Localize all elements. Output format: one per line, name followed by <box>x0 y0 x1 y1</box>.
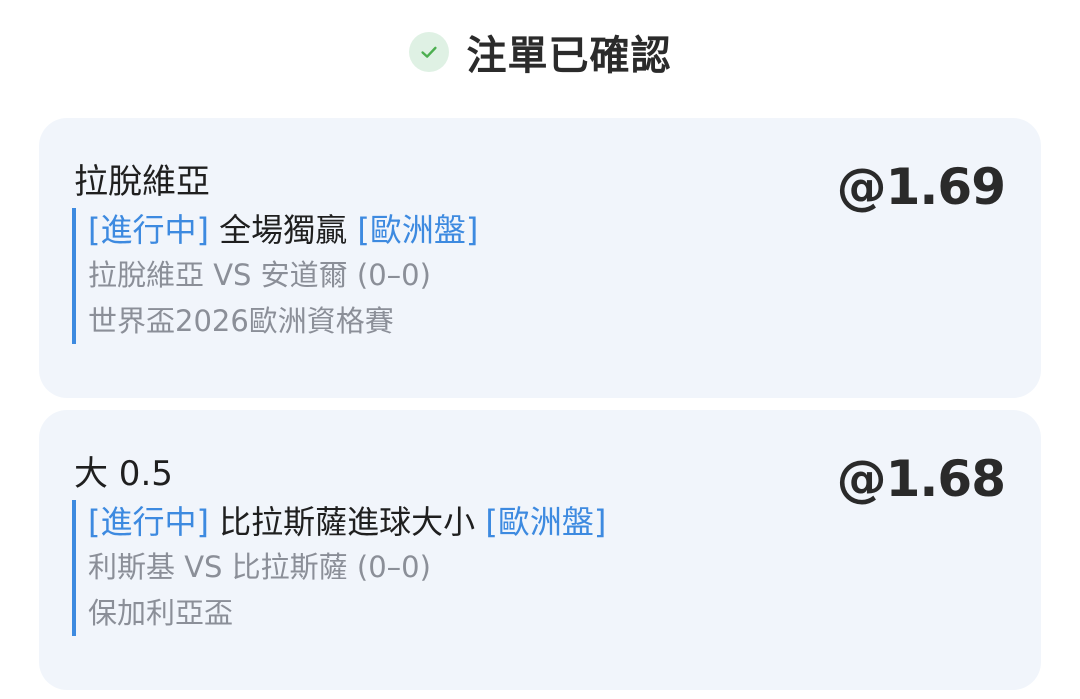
league-name: 保加利亞盃 <box>88 596 234 630</box>
bet-odds: @1.69 <box>836 158 1006 216</box>
market-name: 全場獨贏 <box>219 211 348 249</box>
handicap-type: [歐洲盤] <box>485 503 607 541</box>
bet-confirmation-sheet: 注單已確認 拉脫維亞 @1.69 [進行中] 全場獨贏 [歐洲盤] 拉脫維亞 V… <box>0 0 1080 699</box>
bet-selection: 拉脫維亞 <box>74 162 210 202</box>
status-badge: [進行中] <box>88 211 209 249</box>
market-line: [進行中] 全場獨贏 [歐洲盤] <box>88 208 478 252</box>
bet-odds: @1.68 <box>836 450 1006 508</box>
match-name: 拉脫維亞 VS 安道爾 (0–0) <box>88 258 431 292</box>
bet-details: [進行中] 全場獨贏 [歐洲盤] 拉脫維亞 VS 安道爾 (0–0) 世界盃20… <box>72 208 478 344</box>
bet-card: 拉脫維亞 @1.69 [進行中] 全場獨贏 [歐洲盤] 拉脫維亞 VS 安道爾 … <box>39 118 1041 398</box>
market-name: 比拉斯薩進球大小 <box>219 503 476 541</box>
check-circle-icon <box>408 32 449 72</box>
market-line: [進行中] 比拉斯薩進球大小 [歐洲盤] <box>88 500 606 544</box>
handicap-type: [歐洲盤] <box>357 211 479 249</box>
match-name: 利斯基 VS 比拉斯薩 (0–0) <box>88 550 431 584</box>
page-title: 注單已確認 <box>466 33 672 79</box>
bet-selection: 大 0.5 <box>74 454 173 494</box>
status-badge: [進行中] <box>88 503 209 541</box>
confirmation-header: 注單已確認 <box>0 20 1080 84</box>
bet-details: [進行中] 比拉斯薩進球大小 [歐洲盤] 利斯基 VS 比拉斯薩 (0–0) 保… <box>72 500 606 636</box>
bet-card: 大 0.5 @1.68 [進行中] 比拉斯薩進球大小 [歐洲盤] 利斯基 VS … <box>39 410 1041 690</box>
league-name: 世界盃2026歐洲資格賽 <box>88 304 394 338</box>
